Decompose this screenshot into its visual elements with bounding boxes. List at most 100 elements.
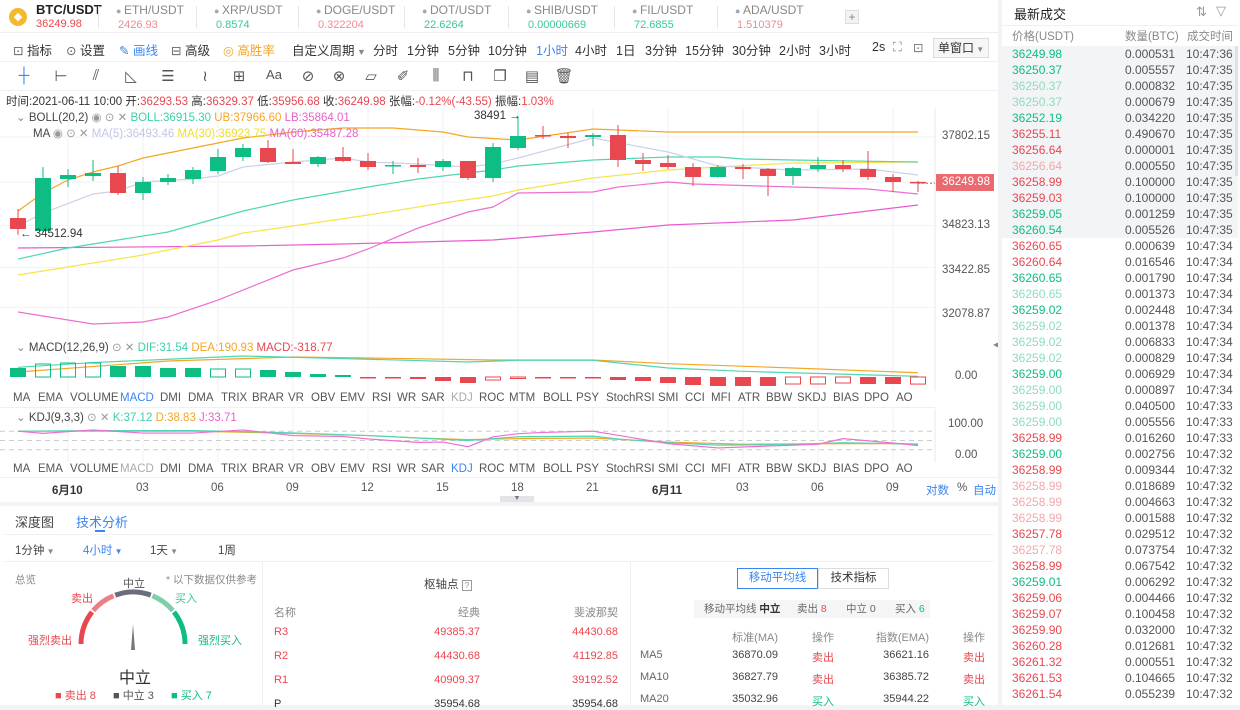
close-icon[interactable]: ✕ — [125, 342, 135, 354]
ticker-item[interactable]: ● ETH/USDT 2426.93 — [116, 3, 184, 31]
wave-icon[interactable]: ≀ — [194, 67, 216, 85]
indicator-tab-mtm[interactable]: MTM — [509, 463, 535, 475]
settings-button[interactable]: ⊙ 设置 — [66, 40, 105, 59]
win-rate-button[interactable]: ◎ 高胜率 — [223, 40, 275, 59]
period-30分钟[interactable]: 30分钟 — [732, 40, 771, 59]
copy-icon[interactable]: ❐ — [489, 67, 511, 85]
indicator-tab-rsi[interactable]: RSI — [372, 463, 391, 475]
percent-scale-toggle[interactable]: % — [957, 482, 967, 494]
indicator-tab-dmi[interactable]: DMI — [160, 463, 181, 475]
note-icon[interactable]: ▤ — [521, 67, 543, 85]
ticker-item[interactable]: ● DOT/USDT 22.6264 — [422, 3, 491, 31]
period-3小时[interactable]: 3小时 — [819, 40, 851, 59]
indicator-tab-dmi[interactable]: DMI — [160, 392, 181, 404]
indicator-tab-obv[interactable]: OBV — [311, 392, 335, 404]
custom-period-dropdown[interactable]: 自定义周期 ▼ — [292, 40, 366, 59]
interval-1w[interactable]: 1周 — [218, 542, 236, 558]
collapse-icon[interactable]: ⌄ — [16, 342, 29, 354]
measure-icon[interactable]: ⊘ — [297, 67, 319, 85]
eye-icon[interactable]: ◉ — [92, 112, 102, 124]
indicator-tab-ma[interactable]: MA — [13, 463, 30, 475]
filter-icon[interactable]: ▽ — [1216, 3, 1226, 19]
tab-depth-chart[interactable]: 深度图 — [15, 512, 54, 531]
indicator-tab-smi[interactable]: SMI — [658, 463, 678, 475]
sort-icon[interactable]: ⇅ — [1196, 4, 1207, 20]
indicator-tab-emv[interactable]: EMV — [340, 392, 365, 404]
period-5分钟[interactable]: 5分钟 — [448, 40, 480, 59]
indicator-tab-ao[interactable]: AO — [896, 392, 913, 404]
indicator-tab-vr[interactable]: VR — [288, 463, 304, 475]
period-1小时[interactable]: 1小时 — [536, 40, 568, 59]
indicator-tab-ema[interactable]: EMA — [38, 463, 63, 475]
interval-4h[interactable]: 4小时 ▼ — [83, 542, 123, 558]
indicator-tab-obv[interactable]: OBV — [311, 463, 335, 475]
indicator-tab-rsi[interactable]: RSI — [372, 392, 391, 404]
indicator-tab-dma[interactable]: DMA — [188, 463, 214, 475]
indicator-tab-dpo[interactable]: DPO — [864, 392, 889, 404]
close-icon[interactable]: ✕ — [100, 412, 110, 424]
ticker-item[interactable]: ● XRP/USDT 0.8574 — [214, 3, 283, 31]
indicator-tab-emv[interactable]: EMV — [340, 463, 365, 475]
screenshot-icon[interactable]: ⊡ — [913, 40, 923, 55]
indicator-tab-psy[interactable]: PSY — [576, 392, 599, 404]
draw-button[interactable]: ✎ 画线 — [119, 40, 158, 59]
indicator-tab-cci[interactable]: CCI — [685, 392, 705, 404]
indicator-tab-bbw[interactable]: BBW — [766, 463, 792, 475]
angle-icon[interactable]: ◺ — [120, 67, 142, 85]
help-icon[interactable]: ? — [461, 580, 473, 591]
indicator-tab-vr[interactable]: VR — [288, 392, 304, 404]
period-1分钟[interactable]: 1分钟 — [407, 40, 439, 59]
eye-icon[interactable]: ◉ — [53, 128, 63, 140]
auto-scale-toggle[interactable]: 自动 — [973, 482, 996, 498]
indicator-tab-mfi[interactable]: MFI — [711, 392, 731, 404]
tab-technical-indicators[interactable]: 技术指标 — [818, 568, 889, 589]
indicator-tab-dma[interactable]: DMA — [188, 392, 214, 404]
indicator-tab-skdj[interactable]: SKDJ — [797, 463, 826, 475]
indicator-tab-ema[interactable]: EMA — [38, 392, 63, 404]
indicator-tab-kdj[interactable]: KDJ — [451, 463, 473, 475]
indicator-tab-stochrsi[interactable]: StochRSI — [606, 392, 655, 404]
lock-icon[interactable]: ⊓ — [457, 67, 479, 85]
bars-icon[interactable]: ⫼ — [425, 67, 447, 84]
candlestick-chart[interactable] — [0, 108, 998, 339]
indicator-tab-brar[interactable]: BRAR — [252, 463, 284, 475]
indicator-tab-roc[interactable]: ROC — [479, 463, 505, 475]
indicator-tab-wr[interactable]: WR — [397, 463, 416, 475]
period-3分钟[interactable]: 3分钟 — [645, 40, 677, 59]
parallel-lines-icon[interactable]: ☰ — [157, 67, 179, 85]
indicator-tab-boll[interactable]: BOLL — [543, 392, 572, 404]
indicator-tab-bias[interactable]: BIAS — [833, 463, 859, 475]
gear-icon[interactable]: ⊙ — [87, 412, 97, 424]
indicator-tab-trix[interactable]: TRIX — [221, 463, 247, 475]
ticker-item[interactable]: ● DOGE/USDT 0.322204 — [316, 3, 395, 31]
indicator-tab-macd[interactable]: MACD — [120, 463, 154, 475]
gear-icon[interactable]: ⊙ — [112, 342, 122, 354]
indicator-tab-atr[interactable]: ATR — [738, 392, 760, 404]
collapse-icon[interactable]: ⌄ — [16, 112, 29, 124]
indicator-tab-atr[interactable]: ATR — [738, 463, 760, 475]
gear-icon[interactable]: ⊙ — [66, 128, 76, 140]
indicator-tab-volume[interactable]: VOLUME — [70, 463, 119, 475]
close-icon[interactable]: ✕ — [79, 128, 89, 140]
indicator-tab-ao[interactable]: AO — [896, 463, 913, 475]
indicator-tab-skdj[interactable]: SKDJ — [797, 392, 826, 404]
ticker-item[interactable]: ● FIL/USDT 72.6855 — [632, 3, 693, 31]
fullscreen-icon[interactable]: ⛶ — [893, 40, 902, 55]
gear-icon[interactable]: ⊙ — [105, 112, 115, 124]
indicator-tab-bias[interactable]: BIAS — [833, 392, 859, 404]
indicator-tab-bbw[interactable]: BBW — [766, 392, 792, 404]
indicator-tab-kdj[interactable]: KDJ — [451, 392, 473, 404]
period-分时[interactable]: 分时 — [373, 40, 398, 59]
indicator-tab-brar[interactable]: BRAR — [252, 392, 284, 404]
interval-1min[interactable]: 1分钟 ▼ — [15, 542, 55, 558]
trend-line-icon[interactable]: ⫽ — [85, 67, 107, 84]
period-10分钟[interactable]: 10分钟 — [488, 40, 527, 59]
add-ticker-button[interactable]: + — [845, 10, 859, 24]
indicator-tab-dpo[interactable]: DPO — [864, 463, 889, 475]
indicator-tab-ma[interactable]: MA — [13, 392, 30, 404]
horizontal-line-icon[interactable]: ⊢ — [50, 67, 72, 85]
indicator-tab-mfi[interactable]: MFI — [711, 463, 731, 475]
tab-technical-analysis[interactable]: 技术分析 — [76, 512, 128, 531]
window-mode-dropdown[interactable]: 单窗口 ▼ — [933, 38, 989, 58]
indicator-tab-trix[interactable]: TRIX — [221, 392, 247, 404]
